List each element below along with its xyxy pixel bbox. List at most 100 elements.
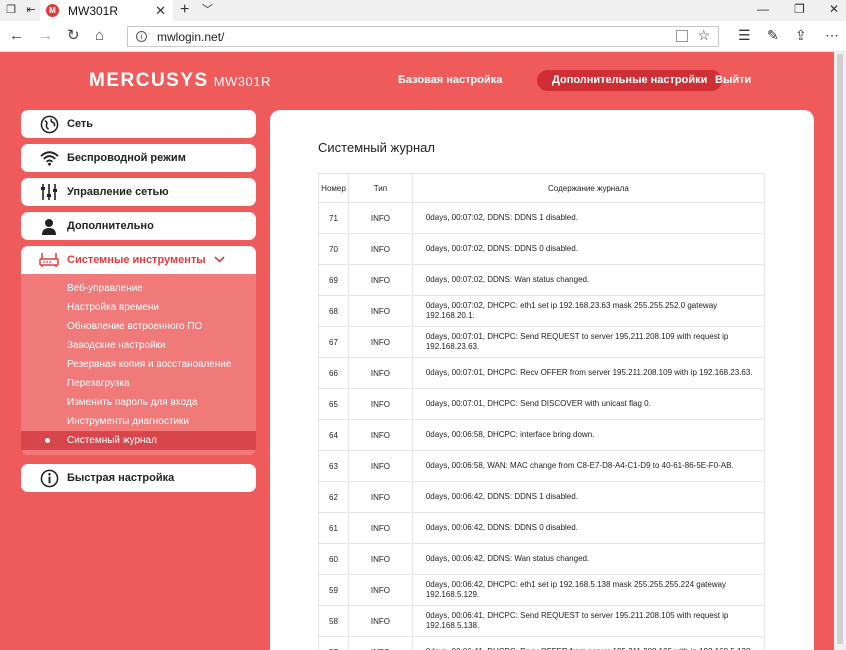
sidebar-item-label: Управление сетью (67, 186, 169, 198)
table-body: 71 INFO 0days, 00:07:02, DDNS: DDNS 1 disa… (318, 202, 766, 650)
log-number-cell: 63 (318, 450, 349, 482)
nav-basic-settings[interactable]: Базовая настройка (398, 70, 502, 91)
submenu-change-password[interactable]: Изменить пароль для входа (21, 393, 256, 412)
tab-list-icon[interactable]: ❐ (4, 3, 18, 17)
table-row: 64 INFO 0days, 00:06:58, DHCPC: interface … (318, 419, 766, 451)
log-number-cell: 65 (318, 388, 349, 420)
log-type-cell: INFO (347, 419, 413, 451)
log-message-cell: 0days, 00:06:58, DHCPC: interface bring … (411, 419, 766, 451)
log-type-cell: INFO (347, 357, 413, 389)
table-row: 67 INFO 0days, 00:07:01, DHCPC: Send REQUE… (318, 326, 766, 358)
log-type-cell: INFO (347, 574, 413, 606)
log-message-cell: 0days, 00:07:01, DHCPC: Send REQUEST to … (411, 326, 766, 358)
column-header-content: Содержание журнала (411, 173, 766, 203)
sidebar-item-system-tools[interactable]: Системные инструменты (21, 246, 256, 274)
back-icon[interactable]: ← (9, 26, 24, 46)
system-log-table: Номер Тип Содержание журнала 71 INFO 0days… (318, 173, 766, 650)
log-number-cell: 69 (318, 264, 349, 296)
page-title: Системный журнал (318, 140, 435, 155)
log-message-cell: 0days, 00:06:42, DHCPC: eth1 set ip 192.… (411, 574, 766, 606)
table-row: 63 INFO 0days, 00:06:58, WAN: MAC change f… (318, 450, 766, 482)
column-header-type: Тип (347, 173, 413, 203)
log-number-cell: 58 (318, 605, 349, 637)
favicon-icon: M (46, 4, 59, 17)
sidebar-item-label: Дополнительно (67, 220, 154, 232)
table-row: 59 INFO 0days, 00:06:42, DHCPC: eth1 set i… (318, 574, 766, 606)
window-close-icon[interactable]: ✕ (829, 2, 839, 16)
submenu-diagnostics[interactable]: Инструменты диагностики (21, 412, 256, 431)
page-scrollbar[interactable] (834, 52, 846, 650)
scrollbar-thumb[interactable] (837, 54, 843, 644)
chevron-down-icon[interactable]: ﹀ (202, 1, 213, 17)
system-tools-submenu: Веб-управление Настройка времени Обновле… (21, 274, 256, 455)
table-row: 61 INFO 0days, 00:06:42, DDNS: DDNS 0 disa… (318, 512, 766, 544)
favorite-star-icon[interactable]: ☆ (697, 27, 710, 44)
submenu-firmware-upgrade[interactable]: Обновление встроенного ПО (21, 317, 256, 336)
chevron-down-icon (214, 254, 225, 266)
info-icon (39, 468, 59, 488)
sidebar-item-quick-setup[interactable]: Быстрая настройка (21, 464, 256, 492)
reading-view-icon[interactable] (676, 30, 688, 42)
sidebar-item-advanced[interactable]: Дополнительно (21, 212, 256, 240)
table-row: 66 INFO 0days, 00:07:01, DHCPC: Recv OFFER… (318, 357, 766, 389)
column-header-number: Номер (318, 173, 349, 203)
router-icon (39, 250, 59, 270)
brand-name: MERCUSYS (89, 70, 209, 91)
brand-logo: MERCUSYS MW301R (89, 70, 271, 92)
favorites-list-icon[interactable]: ☰ (738, 27, 751, 44)
log-type-cell: INFO (347, 388, 413, 420)
url-field[interactable]: i mwlogin.net/ ☆ (127, 26, 719, 47)
url-text[interactable]: mwlogin.net/ (157, 30, 224, 44)
submenu-system-log[interactable]: Системный журнал (21, 431, 256, 450)
log-type-cell: INFO (347, 295, 413, 327)
log-message-cell: 0days, 00:06:42, DDNS: DDNS 1 disabled. (411, 481, 766, 513)
wifi-icon (39, 148, 59, 168)
submenu-time-settings[interactable]: Настройка времени (21, 298, 256, 317)
pen-icon[interactable]: ✎ (767, 27, 779, 44)
table-row: 57INFO0days, 00:06:41, DHCPC: Recv OFFER… (318, 636, 766, 650)
nav-advanced-settings[interactable]: Дополнительные настройки (537, 70, 723, 91)
log-number-cell: 70 (318, 233, 349, 265)
sliders-icon (39, 182, 59, 202)
submenu-reboot[interactable]: Перезагрузка (21, 374, 256, 393)
log-type-cell: INFO (347, 605, 413, 637)
close-tab-icon[interactable]: ✕ (155, 3, 166, 19)
model-name: MW301R (213, 74, 271, 89)
share-icon[interactable]: ⇪ (795, 27, 807, 44)
browser-tab[interactable]: M MW301R ✕ (40, 0, 173, 21)
log-type-cell: INFO (347, 481, 413, 513)
nav-logout[interactable]: Выйти (715, 70, 751, 91)
log-message-cell: 0days, 00:06:42, DDNS: Wan status change… (411, 543, 766, 575)
sidebar-item-network[interactable]: Сеть (21, 110, 256, 138)
log-type-cell: INFO (347, 326, 413, 358)
table-header-row: Номер Тип Содержание журнала (318, 173, 766, 203)
submenu-web-management[interactable]: Веб-управление (21, 279, 256, 298)
new-tab-icon[interactable]: + (180, 1, 189, 19)
sidebar-item-label: Быстрая настройка (67, 472, 175, 484)
sidebar-item-wireless[interactable]: Беспроводной режим (21, 144, 256, 172)
restore-icon[interactable]: ❐ (794, 2, 805, 16)
sidebar-item-network-control[interactable]: Управление сетью (21, 178, 256, 206)
table-row: 70 INFO 0days, 00:07:02, DDNS: DDNS 0 disa… (318, 233, 766, 265)
log-number-cell: 64 (318, 419, 349, 451)
log-message-cell: 0days, 00:07:02, DDNS: DDNS 0 disabled. (411, 233, 766, 265)
table-row: 68 INFO 0days, 00:07:02, DHCPC: eth1 set i… (318, 295, 766, 327)
table-row: 58 INFO 0days, 00:06:41, DHCPC: Send REQUE… (318, 605, 766, 637)
log-message-cell: 0days, 00:07:02, DDNS: DDNS 1 disabled. (411, 202, 766, 234)
refresh-icon[interactable]: ↻ (67, 26, 80, 46)
browser-tab-bar: ❐ ⇤ M MW301R ✕ + ﹀ — ❐ ✕ (0, 0, 846, 21)
log-type-cell: INFO (347, 264, 413, 296)
log-message-cell: 0days, 00:06:42, DDNS: DDNS 0 disabled. (411, 512, 766, 544)
submenu-factory-defaults[interactable]: Заводские настройки (21, 336, 256, 355)
submenu-backup-restore[interactable]: Резервная копия и восстановление (21, 355, 256, 374)
table-row: 60 INFO 0days, 00:06:42, DDNS: Wan status … (318, 543, 766, 575)
site-info-icon[interactable]: i (136, 31, 147, 42)
minimize-icon[interactable]: — (757, 2, 769, 16)
home-icon[interactable]: ⌂ (95, 26, 104, 46)
more-icon[interactable]: ⋯ (825, 27, 839, 44)
forward-icon[interactable]: → (38, 26, 53, 46)
table-row: 69 INFO 0days, 00:07:02, DDNS: Wan status … (318, 264, 766, 296)
log-number-cell: 59 (318, 574, 349, 606)
set-aside-tabs-icon[interactable]: ⇤ (24, 3, 38, 17)
log-number-cell: 66 (318, 357, 349, 389)
